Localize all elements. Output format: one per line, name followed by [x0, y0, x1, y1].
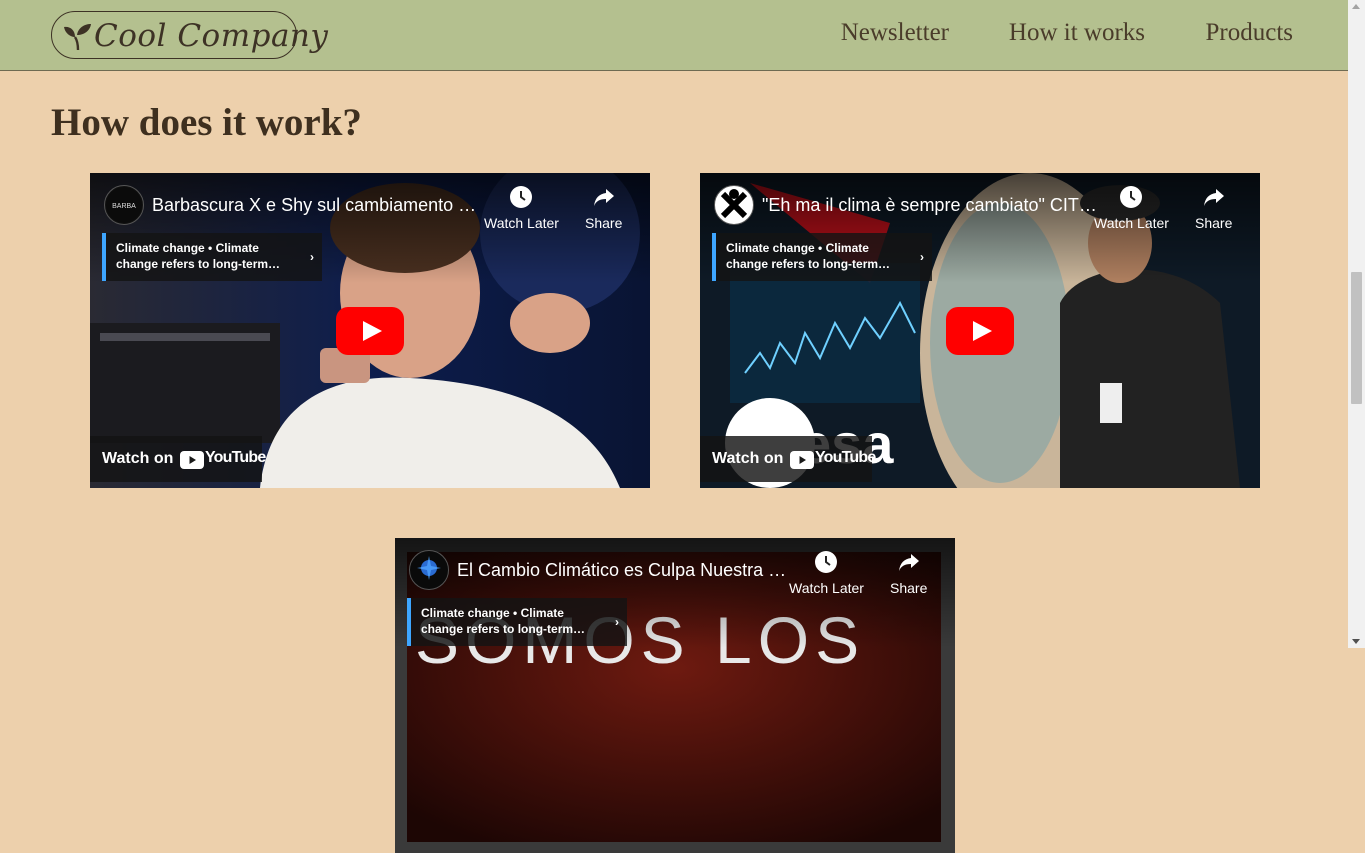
share-button[interactable]: Share	[1195, 185, 1232, 231]
card-line-1: Climate change • Climate	[421, 606, 564, 620]
card-line-2: change refers to long-term…	[726, 257, 891, 271]
page-title: How does it work?	[51, 101, 362, 144]
youtube-logo-icon	[790, 451, 814, 469]
scroll-down-arrow-icon[interactable]	[1352, 639, 1360, 644]
scroll-up-arrow-icon[interactable]	[1352, 4, 1360, 9]
clock-icon	[1120, 186, 1143, 208]
video-title[interactable]: El Cambio Climático es Culpa Nuestra …	[457, 560, 786, 581]
share-arrow-icon	[898, 554, 919, 571]
nav-link-how-it-works[interactable]: How it works	[1009, 19, 1145, 47]
channel-avatar[interactable]	[714, 185, 754, 225]
video-title[interactable]: Barbascura X e Shy sul cambiamento …	[152, 195, 476, 216]
chevron-right-icon: ›	[920, 250, 924, 264]
play-button-icon[interactable]	[946, 307, 1014, 355]
share-label: Share	[585, 215, 623, 231]
watch-later-label: Watch Later	[789, 580, 864, 596]
info-card[interactable]: Climate change • Climate change refers t…	[712, 233, 932, 281]
svg-text:BARBA: BARBA	[112, 203, 136, 210]
site-header: Cool Company Newsletter How it works Pro…	[0, 0, 1348, 71]
youtube-logo-icon	[180, 451, 204, 469]
video-embed-3[interactable]: SOMOS LOS El Cambio Climático es Culpa N…	[395, 538, 955, 853]
card-line-1: Climate change • Climate	[116, 241, 259, 255]
video-title[interactable]: "Eh ma il clima è sempre cambiato" CIT…	[762, 195, 1097, 216]
watch-later-button[interactable]: Watch Later	[484, 185, 559, 231]
youtube-wordmark: YouTube	[205, 449, 266, 466]
sprout-icon	[64, 24, 91, 51]
channel-avatar[interactable]: BARBA	[104, 185, 144, 225]
watch-later-button[interactable]: Watch Later	[1094, 185, 1169, 231]
watch-on-youtube-button[interactable]: Watch on YouTube	[90, 436, 266, 482]
watch-later-label: Watch Later	[1094, 215, 1169, 231]
share-label: Share	[890, 580, 928, 596]
share-button[interactable]: Share	[585, 185, 622, 231]
logo-wordmark: Cool Company	[94, 18, 329, 54]
chevron-right-icon: ›	[615, 615, 619, 629]
card-line-2: change refers to long-term…	[421, 622, 586, 636]
channel-avatar[interactable]	[409, 550, 449, 590]
company-logo[interactable]: Cool Company	[51, 11, 328, 59]
youtube-wordmark: YouTube	[815, 449, 876, 466]
share-button[interactable]: Share	[890, 550, 927, 596]
card-line-1: Climate change • Climate	[726, 241, 869, 255]
info-card[interactable]: Climate change • Climate change refers t…	[102, 233, 322, 281]
watch-later-button[interactable]: Watch Later	[789, 550, 864, 596]
watch-later-label: Watch Later	[484, 215, 559, 231]
play-button-icon[interactable]	[336, 307, 404, 355]
share-arrow-icon	[593, 189, 614, 206]
watch-on-youtube-button[interactable]: Watch on YouTube	[700, 436, 876, 482]
watch-on-label: Watch on	[712, 450, 784, 467]
scrollbar-thumb[interactable]	[1351, 272, 1362, 404]
nav-link-products[interactable]: Products	[1206, 19, 1294, 47]
info-card[interactable]: Climate change • Climate change refers t…	[407, 598, 627, 646]
clock-icon	[510, 186, 533, 208]
nav-link-newsletter[interactable]: Newsletter	[841, 19, 949, 47]
video-embed-1[interactable]: BARBA Barbascura X e Shy sul cambiamento…	[90, 173, 650, 488]
share-label: Share	[1195, 215, 1233, 231]
chevron-right-icon: ›	[310, 250, 314, 264]
card-line-2: change refers to long-term…	[116, 257, 281, 271]
page-scrollbar[interactable]	[1348, 0, 1365, 648]
watch-on-label: Watch on	[102, 450, 174, 467]
clock-icon	[815, 551, 838, 573]
share-arrow-icon	[1203, 189, 1224, 206]
video-embed-2[interactable]: esa "Eh ma il clima è sempre cambiato" C…	[700, 173, 1260, 488]
